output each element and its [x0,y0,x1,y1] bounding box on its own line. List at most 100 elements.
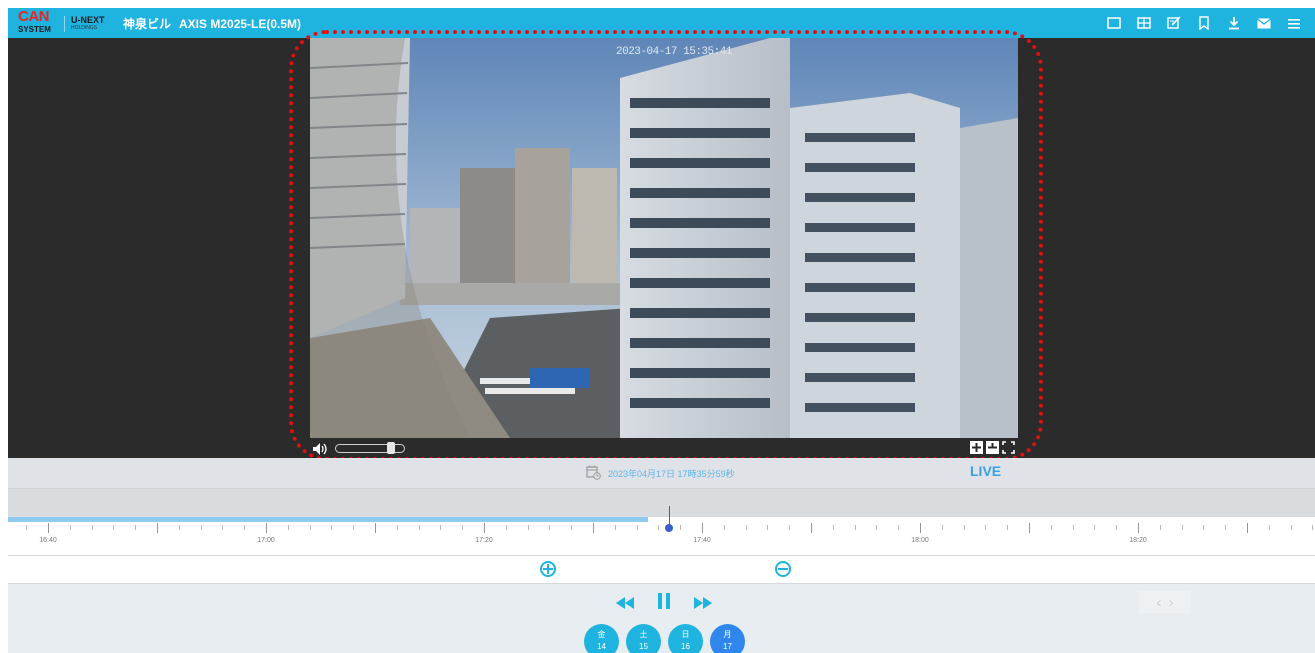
volume-slider[interactable] [335,442,405,454]
day-navigation[interactable]: ‹ › [1139,591,1191,613]
timeline-tick [658,525,660,530]
timeline-tick [309,525,311,530]
timeline-tick [745,525,747,530]
mail-icon[interactable] [1249,13,1279,33]
live-button[interactable]: LIVE [970,463,1001,479]
timeline-cursor[interactable] [665,524,674,532]
menu-icon[interactable] [1279,13,1309,33]
rewind-button[interactable] [616,594,634,613]
timeline-tick [920,523,921,533]
timeline-tick [266,523,267,533]
calendar-clock-icon[interactable] [586,465,601,484]
zoom-out-button[interactable] [775,561,791,577]
zoom-in-button[interactable] [540,561,556,577]
day-date: 14 [597,642,606,651]
timeline-tick [1312,525,1314,530]
timeline-tick [614,525,616,530]
day-button[interactable]: 月 17 [710,624,745,653]
timeline-tick-label: 17:00 [257,537,275,544]
player-control-bar [8,438,1315,458]
nav-prev-arrow[interactable]: ‹ [1156,593,1162,612]
fast-forward-button[interactable] [694,594,712,613]
timeline-tick [1007,525,1009,530]
day-weekday: 金 [597,630,606,639]
timeline-tick [222,525,224,530]
timeline-tick [1181,525,1183,530]
nav-next-arrow[interactable]: › [1168,593,1174,612]
timeline-tick [1029,523,1030,533]
timeline-tick [1247,523,1248,533]
volume-slider-thumb[interactable] [387,442,395,454]
top-bar: CAN SYSTEM U-NEXT HOLDINGS 神泉ビル AXIS M202… [8,8,1315,38]
camera-title: 神泉ビル AXIS M2025-LE(0.5M) [123,15,301,32]
timeline-tick [1072,525,1074,530]
timeline-tick [985,525,987,530]
timeline-tick [157,523,158,533]
camera-name: AXIS M2025-LE(0.5M) [179,17,302,31]
timeline-tick [91,525,93,530]
timeline-tick [571,525,573,530]
timeline-tick [963,525,965,530]
street-scene-image [310,38,1018,438]
date-bar: 2023年04月17日 17時35分59秒 LIVE [8,458,1315,489]
camera-video-feed[interactable]: 2023-04-17 15:35:41 [310,38,1018,438]
player-right-controls [970,441,1015,454]
timeline-tick [135,525,137,530]
day-date: 16 [681,642,690,651]
timeline-tick [549,525,551,530]
timeline-tick [876,525,878,530]
timeline-tick [941,525,943,530]
timeline-tick [1138,523,1139,533]
timeline-tick [1116,525,1118,530]
day-weekday: 土 [639,630,648,639]
day-selector: 金 14 土 15 日 16 月 17 [584,624,745,653]
single-view-icon[interactable] [1099,13,1129,33]
timeline-tick [898,525,900,530]
day-button[interactable]: 金 14 [584,624,619,653]
timeline-tick [178,525,180,530]
grid-view-icon[interactable] [1129,13,1159,33]
plus-icon [543,564,553,574]
toolbar-icons [1099,13,1309,33]
can-system-logo: CAN SYSTEM [18,8,51,36]
timeline-tick [1159,525,1161,530]
timeline-tick [48,523,49,533]
add-icon[interactable] [970,441,983,454]
bookmark-icon[interactable] [1189,13,1219,33]
edit-icon[interactable] [1159,13,1189,33]
timeline-tick [636,525,638,530]
day-button[interactable]: 日 16 [668,624,703,653]
timeline-tick [287,525,289,530]
zoom-bar [8,556,1315,584]
logo-unext-text: U-NEXT [71,15,105,25]
timeline-tick-label: 17:40 [693,537,711,544]
timeline-tick [244,525,246,530]
timeline-tick [723,525,725,530]
timeline-bar[interactable]: 16:40 17:00 17:20 17:40 18:00 18:20 [8,506,1315,556]
timeline-tick [811,523,812,533]
timeline-tick [1094,525,1096,530]
app-frame: CAN SYSTEM U-NEXT HOLDINGS 神泉ビル AXIS M202… [8,8,1315,653]
download-icon[interactable] [1219,13,1249,33]
fullscreen-icon[interactable] [1002,441,1015,454]
timeline-tick [113,525,115,530]
timeline-tick [331,525,333,530]
timeline-tick [418,525,420,530]
day-button[interactable]: 土 15 [626,624,661,653]
timeline-tick [789,525,791,530]
video-area: 2023-04-17 15:35:41 [8,38,1315,438]
timeline-tick [484,523,485,533]
timeline-tick [462,525,464,530]
timeline-tick [1050,525,1052,530]
timeline-tick [593,523,594,533]
unext-logo: U-NEXT HOLDINGS [64,16,105,32]
timeline-tick [200,525,202,530]
location-name: 神泉ビル [123,17,172,31]
pause-button[interactable] [658,593,670,613]
playback-panel: 2023年04月17日 17時35分59秒 LIVE 16:40 17:00 17:… [8,458,1315,653]
current-datetime: 2023年04月17日 17時35分59秒 [608,469,735,479]
logo-can-text: CAN [18,8,50,25]
remove-icon[interactable] [986,441,999,454]
logo-system-text: SYSTEM [18,25,51,34]
recorded-range [8,517,648,522]
